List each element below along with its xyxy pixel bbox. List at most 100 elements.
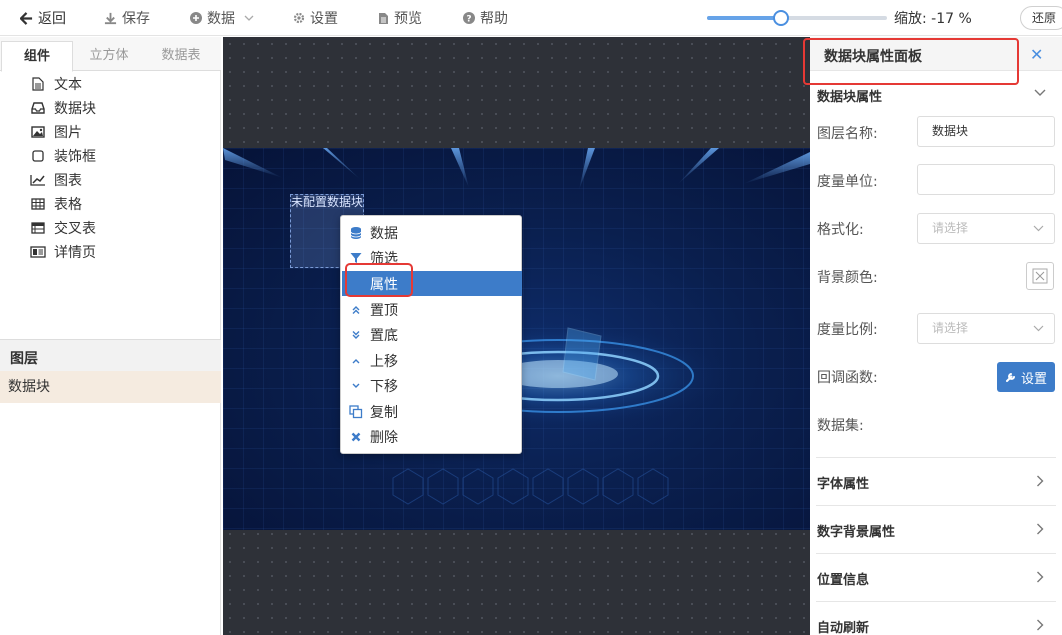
context-menu-label: 数据	[370, 225, 398, 242]
chevron-down-icon	[244, 15, 254, 21]
format-select[interactable]: 请选择	[917, 213, 1055, 244]
tab-components[interactable]: 组件	[1, 41, 73, 72]
zoom-readout: 缩放: -17 %	[894, 11, 972, 27]
wrench-icon	[1005, 373, 1015, 382]
callback-settings-label: 设置	[1020, 371, 1047, 387]
layer-name-input[interactable]: 数据块	[917, 116, 1055, 147]
component-item[interactable]: 文本	[30, 72, 82, 96]
crosstab-icon	[30, 222, 46, 234]
preview-button[interactable]: 预览	[378, 0, 422, 36]
component-label: 表格	[54, 197, 82, 213]
format-label: 格式化:	[817, 222, 864, 238]
component-label: 图表	[54, 173, 82, 189]
ratio-select-placeholder: 请选择	[932, 321, 969, 335]
chevron-right-icon[interactable]	[1036, 523, 1044, 535]
copy-icon	[342, 404, 370, 419]
color-picker[interactable]	[1026, 262, 1054, 290]
inbox-icon	[30, 102, 46, 114]
help-label: 帮助	[480, 11, 508, 27]
component-item[interactable]: 交叉表	[30, 216, 96, 240]
close-icon[interactable]: ✕	[1030, 45, 1043, 64]
highlight-box-properties	[345, 263, 413, 297]
section-header[interactable]: 字体属性	[817, 473, 869, 492]
component-item[interactable]: 装饰框	[30, 144, 96, 168]
context-menu: 数据 筛选 属性 置顶 置底 上移 下移 复制 删除	[340, 215, 522, 454]
ratio-select[interactable]: 请选择	[917, 313, 1055, 344]
component-item[interactable]: 图表	[30, 168, 82, 192]
component-item[interactable]: 数据块	[30, 96, 96, 120]
question-circle-icon: ?	[463, 12, 475, 24]
chevron-up-icon	[342, 357, 370, 365]
section-header[interactable]: 数字背景属性	[817, 521, 895, 540]
empty-color-icon	[1032, 268, 1048, 284]
unit-input[interactable]	[917, 164, 1055, 195]
section-datablock-properties[interactable]: 数据块属性	[817, 86, 882, 105]
component-item[interactable]: 详情页	[30, 240, 96, 264]
context-menu-item[interactable]: 下移	[342, 373, 522, 398]
component-item[interactable]: 图片	[30, 120, 82, 144]
data-menu-label: 数据	[207, 11, 235, 27]
chevron-down-icon[interactable]	[1034, 89, 1046, 97]
left-panel: 组件 立方体 数据表 文本 数据块 图片 装饰框 图表 表格 交叉表 详情页 图层 数据块	[0, 37, 221, 635]
unit-label: 度量单位:	[817, 174, 878, 190]
restore-button[interactable]: 还原	[1020, 6, 1062, 30]
settings-label: 设置	[310, 11, 338, 27]
zoom-slider-fill	[707, 16, 781, 20]
toolbar: 返回 保存 数据 设置 预览 ? 帮助 缩放: -17 % 还原	[0, 0, 1062, 36]
tab-datatable[interactable]: 数据表	[145, 37, 217, 71]
preview-label: 预览	[394, 11, 422, 27]
context-menu-label: 置底	[370, 327, 398, 344]
double-chevron-down-icon	[342, 330, 370, 340]
back-label: 返回	[38, 11, 66, 27]
component-label: 文本	[54, 77, 82, 93]
document-icon	[379, 12, 388, 24]
arrow-left-icon	[20, 11, 33, 25]
context-menu-item[interactable]: 复制	[342, 399, 522, 424]
component-tabs: 组件 立方体 数据表	[0, 37, 221, 72]
context-menu-item[interactable]: 删除	[342, 424, 522, 449]
zoom-slider-track[interactable]	[707, 16, 887, 20]
component-label: 图片	[54, 125, 82, 141]
component-label: 详情页	[54, 245, 96, 261]
database-icon	[342, 226, 370, 240]
image-icon	[30, 126, 46, 138]
ratio-label: 度量比例:	[817, 322, 878, 338]
svg-text:?: ?	[466, 15, 471, 25]
component-label: 数据块	[54, 101, 96, 117]
context-menu-label: 删除	[370, 429, 398, 446]
chevron-right-icon[interactable]	[1036, 619, 1044, 631]
section-divider	[816, 601, 1056, 602]
table-icon	[30, 198, 46, 210]
callback-settings-button[interactable]: 设置	[997, 362, 1055, 392]
layer-item[interactable]: 数据块	[0, 371, 221, 403]
line-chart-icon	[30, 174, 46, 186]
data-menu-button[interactable]: 数据	[190, 0, 254, 36]
back-button[interactable]: 返回	[20, 0, 66, 36]
chevron-right-icon[interactable]	[1036, 475, 1044, 487]
component-item[interactable]: 表格	[30, 192, 82, 216]
chevron-down-icon	[1033, 325, 1044, 332]
highlight-box-panel-title	[803, 38, 1019, 85]
delete-x-icon	[342, 432, 370, 442]
context-menu-item[interactable]: 置顶	[342, 297, 522, 322]
settings-button[interactable]: 设置	[293, 0, 338, 36]
context-menu-label: 置顶	[370, 302, 398, 319]
section-divider	[816, 457, 1056, 458]
zoom-slider-thumb[interactable]	[772, 10, 789, 26]
filter-icon	[342, 252, 370, 264]
section-header[interactable]: 位置信息	[817, 569, 869, 588]
context-menu-item[interactable]: 上移	[342, 348, 522, 373]
help-button[interactable]: ? 帮助	[463, 0, 508, 36]
layer-name-label: 图层名称:	[817, 126, 878, 142]
callback-label: 回调函数:	[817, 370, 878, 386]
chevron-down-icon	[1033, 225, 1044, 232]
section-header[interactable]: 自动刷新	[817, 617, 869, 635]
section-divider	[816, 505, 1056, 506]
context-menu-item[interactable]: 数据	[342, 220, 522, 245]
context-menu-item[interactable]: 置底	[342, 322, 522, 347]
section-divider	[816, 553, 1056, 554]
tab-cube[interactable]: 立方体	[73, 37, 145, 71]
gear-icon	[293, 12, 305, 24]
save-button[interactable]: 保存	[104, 0, 150, 36]
chevron-right-icon[interactable]	[1036, 571, 1044, 583]
